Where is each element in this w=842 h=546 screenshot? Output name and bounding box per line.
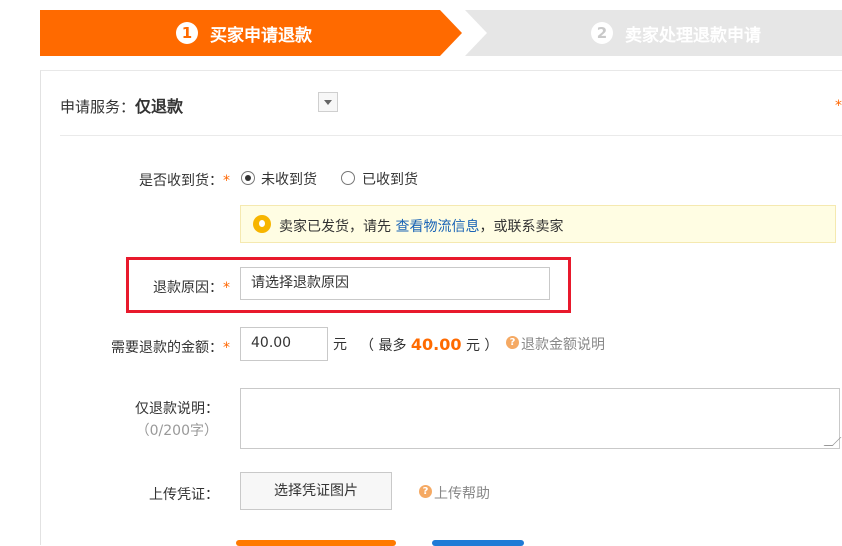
step-1-apply: 1 买家申请退款 [40, 10, 440, 56]
amount-label: 需要退款的金额：* [111, 340, 230, 356]
refund-amount-input[interactable]: 40.00 [240, 327, 328, 361]
resize-handle-icon[interactable] [823, 437, 842, 446]
radio-received[interactable] [341, 171, 355, 185]
step-2-seller: 2 卖家处理退款申请 [465, 10, 842, 56]
cancel-button[interactable] [432, 540, 524, 546]
desc-counter: （0/200字） [135, 423, 218, 439]
proof-label: 上传凭证： [149, 487, 219, 503]
refund-reason-select[interactable]: 请选择退款原因 [240, 267, 550, 300]
divider [60, 135, 842, 136]
submit-button[interactable] [236, 540, 396, 546]
service-row: 申请服务：仅退款 [60, 93, 183, 117]
radio-received-label[interactable]: 已收到货 [362, 169, 418, 189]
desc-label: 仅退款说明： [135, 401, 219, 417]
notice-text: 卖家已发货，请先 查看物流信息，或联系卖家 [279, 219, 564, 235]
select-proof-image-button[interactable]: 选择凭证图片 [240, 472, 392, 510]
amount-max: （ 最多 40.00 元 ） [360, 335, 499, 354]
radio-not-received-label[interactable]: 未收到货 [261, 169, 317, 189]
step-2-label: 卖家处理退款申请 [625, 26, 761, 46]
reason-label: 退款原因：* [153, 280, 230, 296]
step-1-number: 1 [176, 22, 198, 44]
view-logistics-link[interactable]: 查看物流信息 [395, 219, 479, 235]
radio-not-received[interactable] [241, 171, 255, 185]
upload-help-icon: ? [419, 485, 432, 498]
step-2-notch [465, 10, 487, 56]
service-label: 申请服务： [60, 98, 136, 116]
received-label: 是否收到货：* [139, 173, 230, 189]
step-1-label: 买家申请退款 [210, 26, 312, 46]
upload-help-link[interactable]: 上传帮助 [434, 483, 490, 503]
service-value: 仅退款 [135, 97, 184, 116]
service-dropdown[interactable] [318, 92, 338, 112]
progress-steps: 1 买家申请退款 2 卖家处理退款申请 [40, 10, 842, 56]
shipping-notice: 卖家已发货，请先 查看物流信息，或联系卖家 [240, 205, 836, 243]
amount-help-link[interactable]: 退款金额说明 [521, 334, 605, 354]
help-icon: ? [506, 336, 519, 349]
lightbulb-icon [253, 215, 271, 233]
step-1-arrow [440, 10, 462, 56]
step-2-arrow [837, 10, 842, 56]
amount-unit: 元 [333, 337, 347, 353]
refund-description-textarea[interactable] [240, 388, 842, 449]
required-star: * [835, 98, 842, 114]
step-2-number: 2 [591, 22, 613, 44]
